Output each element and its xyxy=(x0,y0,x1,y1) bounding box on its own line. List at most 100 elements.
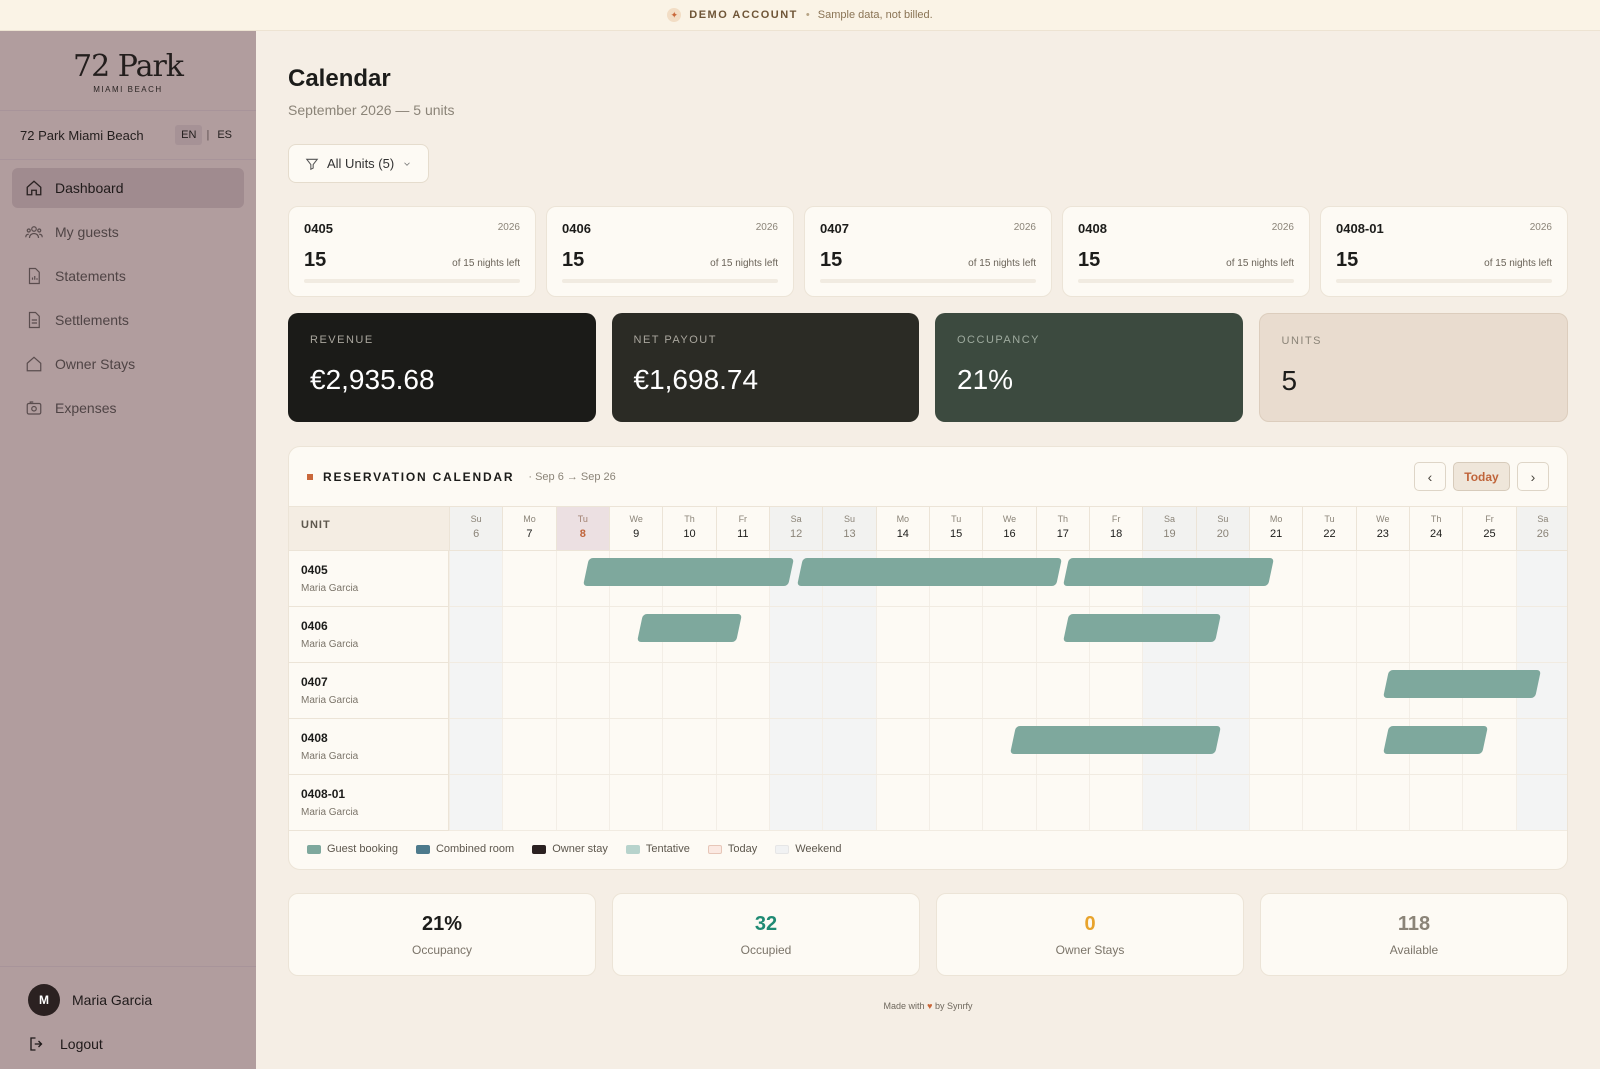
legend-item: Weekend xyxy=(775,843,842,855)
stat-label: Available xyxy=(1389,943,1439,957)
day-weekday: Tu xyxy=(1324,514,1335,524)
calendar-marker-icon xyxy=(307,473,313,480)
logo[interactable]: 72 Park MIAMI BEACH xyxy=(0,31,256,111)
chevron-down-icon xyxy=(404,161,410,166)
day-header[interactable]: Tu 15 xyxy=(929,506,983,551)
day-weekday: Th xyxy=(684,514,695,524)
day-number: 16 xyxy=(1003,528,1016,540)
guest-booking[interactable] xyxy=(636,614,742,642)
day-weekday: Mo xyxy=(1269,514,1283,524)
day-header[interactable]: Sa 12 xyxy=(769,506,823,551)
day-header[interactable]: We 9 xyxy=(609,506,663,551)
user-profile[interactable]: M Maria Garcia xyxy=(28,983,236,1017)
unit-card[interactable]: 0406 2026 15 of 15 nights left xyxy=(546,206,794,297)
sidebar-item-settlements[interactable]: Settlements xyxy=(12,300,244,340)
guest-booking[interactable] xyxy=(1063,558,1275,586)
sidebar-item-my-guests[interactable]: My guests xyxy=(12,212,244,252)
day-header[interactable]: Mo 14 xyxy=(875,506,929,551)
day-header[interactable]: Sa 19 xyxy=(1142,506,1196,551)
prev-week-button[interactable]: ‹ xyxy=(1414,462,1446,491)
next-week-button[interactable]: › xyxy=(1517,462,1549,491)
unit-card-year: 2026 xyxy=(1529,222,1552,233)
day-header[interactable]: Tu 22 xyxy=(1302,506,1356,551)
day-header[interactable]: Th 24 xyxy=(1409,506,1463,551)
unit-row-owner: Maria Garcia xyxy=(301,583,359,594)
unit-card-name: 0405 xyxy=(304,221,333,236)
day-header[interactable]: Fr 18 xyxy=(1089,506,1143,551)
stat-label: Occupancy xyxy=(411,943,473,957)
day-header[interactable]: We 23 xyxy=(1355,506,1409,551)
unit-row-owner: Maria Garcia xyxy=(301,695,359,706)
day-weekday: Mo xyxy=(523,514,536,524)
footer-post: by Synrfy xyxy=(934,1001,973,1011)
footer-pre: Made with xyxy=(883,1001,925,1011)
unit-row-label[interactable]: 0406 Maria Garcia xyxy=(289,607,449,663)
guest-booking[interactable] xyxy=(1383,726,1488,754)
day-header[interactable]: Tu 8 xyxy=(555,506,609,551)
unit-row-label[interactable]: 0405 Maria Garcia xyxy=(289,551,449,607)
sidebar-item-dashboard[interactable]: Dashboard xyxy=(12,168,244,208)
kpi-value: 21% xyxy=(957,364,1014,395)
filter-label: All Units (5) xyxy=(327,156,395,171)
sidebar: 72 Park MIAMI BEACH 72 Park Miami Beach … xyxy=(0,31,256,1069)
day-header[interactable]: Su 6 xyxy=(449,506,503,551)
page-title: Calendar xyxy=(288,65,391,92)
row-divider xyxy=(449,830,1567,831)
day-weekday: Su xyxy=(843,514,855,524)
day-weekday: We xyxy=(629,514,643,524)
guest-booking[interactable] xyxy=(1010,726,1222,754)
legend-label: Weekend xyxy=(795,843,842,855)
heart-icon: ♥ xyxy=(927,1001,933,1011)
logout-button[interactable]: Logout xyxy=(28,1029,236,1059)
guest-booking[interactable] xyxy=(796,558,1062,586)
day-weekday: Th xyxy=(1057,514,1069,524)
guest-booking[interactable] xyxy=(583,558,795,586)
unit-card-progress xyxy=(1078,279,1294,283)
day-header[interactable]: Th 10 xyxy=(662,506,716,551)
banner-text: Sample data, not billed. xyxy=(817,9,933,21)
calendar-range: · Sep 6 → Sep 26 xyxy=(528,470,616,483)
unit-card[interactable]: 0407 2026 15 of 15 nights left xyxy=(804,206,1052,297)
unit-row-owner: Maria Garcia xyxy=(301,807,359,818)
day-header[interactable]: Fr 25 xyxy=(1462,506,1516,551)
unit-row-name: 0406 xyxy=(301,619,328,633)
unit-row-name: 0408-01 xyxy=(301,787,346,801)
guest-booking[interactable] xyxy=(1063,614,1222,642)
day-header[interactable]: Th 17 xyxy=(1035,506,1089,551)
day-number: 14 xyxy=(896,528,909,540)
logo-subtitle: MIAMI BEACH xyxy=(93,85,163,94)
day-header[interactable]: We 16 xyxy=(982,506,1036,551)
unit-row-label[interactable]: 0408 Maria Garcia xyxy=(289,719,449,775)
row-divider xyxy=(449,606,1567,607)
unit-card[interactable]: 0405 2026 15 of 15 nights left xyxy=(288,206,536,297)
sidebar-item-statements[interactable]: Statements xyxy=(12,256,244,296)
day-header[interactable]: Fr 11 xyxy=(715,506,769,551)
stat-occupied: 32 Occupied xyxy=(612,893,920,976)
day-header[interactable]: Sa 26 xyxy=(1515,506,1567,551)
day-weekday: Sa xyxy=(1537,514,1549,524)
day-header[interactable]: Su 13 xyxy=(822,506,876,551)
kpi-value: €1,698.74 xyxy=(633,364,759,395)
day-header[interactable]: Su 20 xyxy=(1195,506,1249,551)
unit-row-label[interactable]: 0407 Maria Garcia xyxy=(289,663,449,719)
sidebar-item-owner-stays[interactable]: Owner Stays xyxy=(12,344,244,384)
unit-card-year: 2026 xyxy=(755,222,778,233)
day-number: 24 xyxy=(1430,528,1443,540)
unit-card-year: 2026 xyxy=(1271,222,1294,233)
day-number: 17 xyxy=(1056,528,1069,540)
unit-row-label[interactable]: 0408-01 Maria Garcia xyxy=(289,775,449,831)
stat-available: 118 Available xyxy=(1260,893,1568,976)
unit-filter-dropdown[interactable]: All Units (5) xyxy=(288,144,430,183)
day-weekday: We xyxy=(1002,514,1017,524)
unit-card[interactable]: 0408 2026 15 of 15 nights left xyxy=(1062,206,1310,297)
day-header[interactable]: Mo 7 xyxy=(502,506,556,551)
page-subtitle: September 2026 — 5 units xyxy=(288,102,455,118)
today-button[interactable]: Today xyxy=(1453,462,1510,491)
sidebar-item-expenses[interactable]: Expenses xyxy=(12,388,244,428)
guest-booking[interactable] xyxy=(1383,670,1542,698)
unit-card[interactable]: 0408-01 2026 15 of 15 nights left xyxy=(1320,206,1568,297)
kpi-net-payout: NET PAYOUT €1,698.74 xyxy=(611,313,919,422)
day-header[interactable]: Mo 21 xyxy=(1249,506,1303,551)
lang-en-button[interactable]: EN xyxy=(175,125,203,145)
lang-es-button[interactable]: ES xyxy=(213,125,236,145)
